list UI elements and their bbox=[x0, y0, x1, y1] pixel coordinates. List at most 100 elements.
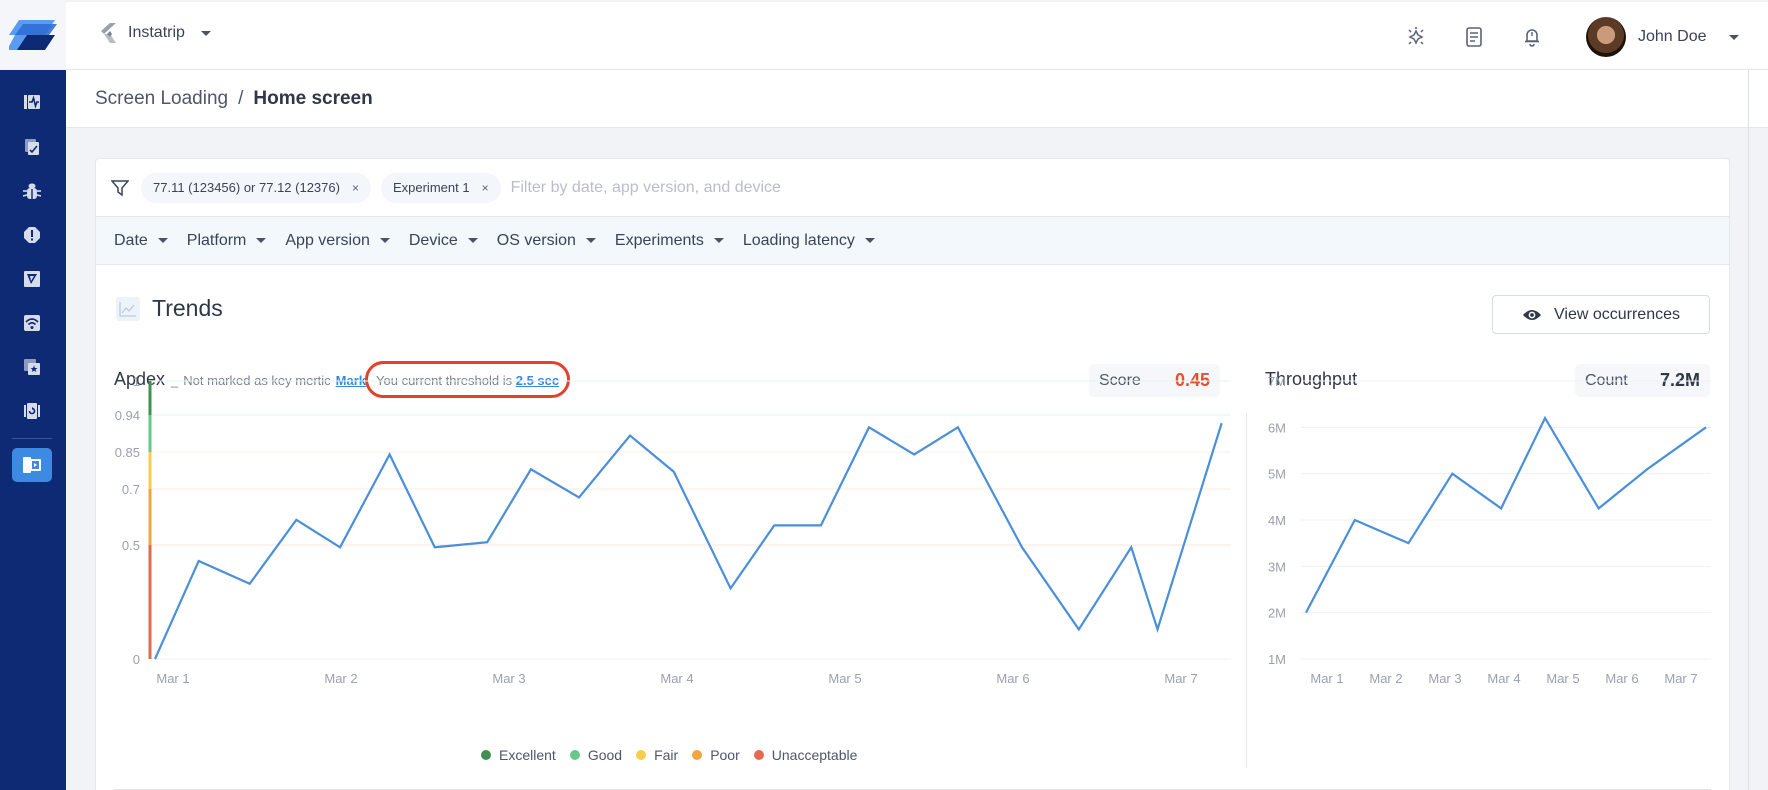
x-tick-label: Mar 3 bbox=[1428, 671, 1461, 686]
performance-icon bbox=[24, 95, 40, 109]
y-tick-label: 4M bbox=[1268, 513, 1286, 528]
x-tick-label: Mar 7 bbox=[1664, 671, 1697, 686]
user-menu[interactable]: John Doe bbox=[1586, 17, 1739, 57]
y-tick-label: 6M bbox=[1268, 420, 1286, 435]
breadcrumb-parent[interactable]: Screen Loading bbox=[95, 88, 228, 110]
debug-button[interactable] bbox=[1403, 24, 1429, 50]
dropdown-date[interactable]: Date bbox=[114, 232, 168, 250]
breadcrumb-separator: / bbox=[238, 87, 244, 109]
chevron-down-icon bbox=[467, 238, 478, 243]
bell-icon bbox=[1525, 29, 1539, 47]
notifications-button[interactable] bbox=[1519, 24, 1545, 50]
wifi-icon bbox=[24, 315, 40, 331]
y-tick-label: 0.94 bbox=[115, 408, 140, 423]
y-tick-label: 2M bbox=[1268, 606, 1286, 621]
chevron-down-icon bbox=[256, 238, 267, 243]
legend-item-unacceptable: Unacceptable bbox=[753, 747, 858, 763]
y-tick-label: 0.7 bbox=[122, 482, 140, 497]
legend-label: Good bbox=[587, 747, 623, 763]
x-tick-label: Mar 2 bbox=[324, 671, 357, 686]
x-tick-label: Mar 7 bbox=[1164, 671, 1197, 686]
sidebar-item-releases[interactable] bbox=[12, 262, 52, 296]
chevron-down-icon bbox=[200, 30, 211, 36]
sidebar-item-app-performance[interactable] bbox=[12, 85, 52, 119]
docs-button[interactable] bbox=[1461, 24, 1487, 50]
dropdown-os-version[interactable]: OS version bbox=[497, 232, 596, 250]
legend-label: Excellent bbox=[499, 747, 556, 763]
x-tick-label: Mar 5 bbox=[828, 671, 861, 686]
filter-dropdowns: Date Platform App version Device OS vers… bbox=[96, 217, 1729, 265]
legend-dot bbox=[692, 750, 703, 760]
chevron-down-icon bbox=[713, 238, 724, 243]
filter-chip-version: 77.11 (123456) or 77.12 (12376) × bbox=[141, 172, 371, 203]
logo-icon bbox=[9, 20, 57, 50]
dropdown-app-version[interactable]: App version bbox=[285, 232, 390, 250]
x-tick-label: Mar 5 bbox=[1546, 671, 1579, 686]
y-tick-label: 3M bbox=[1268, 559, 1286, 574]
apdex-legend: Excellent Good Fair Poor Unacceptable bbox=[481, 747, 857, 763]
debug-icon bbox=[1408, 27, 1424, 45]
dropdown-label: Device bbox=[408, 231, 458, 249]
breadcrumb: Screen Loading / Home screen bbox=[66, 70, 1768, 128]
sidebar-item-screen-loading[interactable] bbox=[12, 448, 52, 482]
x-tick-label: Mar 1 bbox=[156, 671, 189, 686]
sidebar-item-crash-reports[interactable] bbox=[12, 130, 52, 164]
legend-dot bbox=[481, 750, 491, 760]
dropdown-device[interactable]: Device bbox=[409, 232, 478, 250]
sidebar-item-repro-steps[interactable] bbox=[12, 394, 52, 428]
y-tick-label: 0 bbox=[133, 652, 140, 667]
chevron-down-icon bbox=[864, 238, 875, 243]
view-occurrences-button[interactable]: View occurrences bbox=[1492, 295, 1710, 334]
legend-dot bbox=[569, 750, 580, 760]
sidebar-item-crashes[interactable] bbox=[12, 218, 52, 252]
sidebar-divider bbox=[12, 438, 52, 439]
remove-chip-icon[interactable]: × bbox=[352, 181, 359, 195]
filter-icon bbox=[111, 179, 129, 196]
dropdown-platform[interactable]: Platform bbox=[187, 232, 267, 250]
legend-item-good: Good bbox=[569, 747, 623, 763]
legend-dot bbox=[636, 750, 647, 760]
x-tick-label: Mar 3 bbox=[492, 671, 525, 686]
y-tick-label: 5M bbox=[1268, 467, 1286, 482]
legend-item-poor: Poor bbox=[692, 747, 740, 763]
y-tick-label: 0.5 bbox=[122, 538, 140, 553]
filter-input[interactable] bbox=[510, 178, 1111, 197]
x-tick-label: Mar 4 bbox=[1487, 671, 1520, 686]
legend-item-excellent: Excellent bbox=[481, 747, 556, 763]
apdex-line bbox=[153, 422, 1223, 660]
bug-icon bbox=[23, 183, 41, 199]
y-tick-label: 7M bbox=[1268, 374, 1286, 389]
remove-chip-icon[interactable]: × bbox=[482, 181, 489, 195]
legend-dot bbox=[753, 750, 764, 760]
rotate-device-icon bbox=[24, 403, 40, 419]
apdex-chart: 0 0.5 0.7 0.85 0.94 1 Mar 1 Mar 2 Mar 3 Mar 4 Mar … bbox=[115, 374, 1231, 686]
top-bar: Instatrip John Doe bbox=[66, 2, 1768, 70]
dropdown-label: Experiments bbox=[614, 231, 704, 249]
legend-item-fair: Fair bbox=[636, 747, 678, 763]
user-name: John Doe bbox=[1638, 28, 1707, 45]
alert-octagon-icon bbox=[24, 227, 40, 243]
logo[interactable] bbox=[0, 0, 66, 70]
legend-label: Unacceptable bbox=[771, 747, 858, 763]
chevron-down-icon bbox=[157, 238, 168, 243]
y-tick-label: 0.85 bbox=[115, 445, 140, 460]
app-switcher[interactable]: Instatrip bbox=[98, 22, 211, 44]
sidebar-item-bug-reports[interactable] bbox=[12, 174, 52, 208]
y-tick-label: 1M bbox=[1268, 652, 1286, 667]
sidebar-item-app-ratings[interactable] bbox=[12, 350, 52, 384]
trends-title: Trends bbox=[152, 295, 223, 321]
sidebar-item-network[interactable] bbox=[12, 306, 52, 340]
throughput-chart: 1M 2M 3M 4M 5M 6M 7M Mar 1 Mar 2 Mar 3 Mar 4 Mar 5 M… bbox=[1268, 374, 1711, 686]
dropdown-label: Loading latency bbox=[742, 231, 855, 249]
chevron-down-icon bbox=[379, 238, 390, 243]
trend-chart-icon bbox=[116, 296, 140, 321]
dropdown-experiments[interactable]: Experiments bbox=[615, 232, 724, 250]
dropdown-label: Platform bbox=[186, 231, 247, 249]
dropdown-label: OS version bbox=[496, 231, 576, 249]
dropdown-loading-latency[interactable]: Loading latency bbox=[743, 232, 875, 250]
document-check-icon bbox=[25, 139, 39, 155]
main-card: 77.11 (123456) or 77.12 (12376) × Experi… bbox=[95, 158, 1730, 790]
rocket-icon bbox=[24, 271, 40, 287]
x-tick-label: Mar 6 bbox=[996, 671, 1029, 686]
chevron-down-icon bbox=[1728, 34, 1739, 40]
